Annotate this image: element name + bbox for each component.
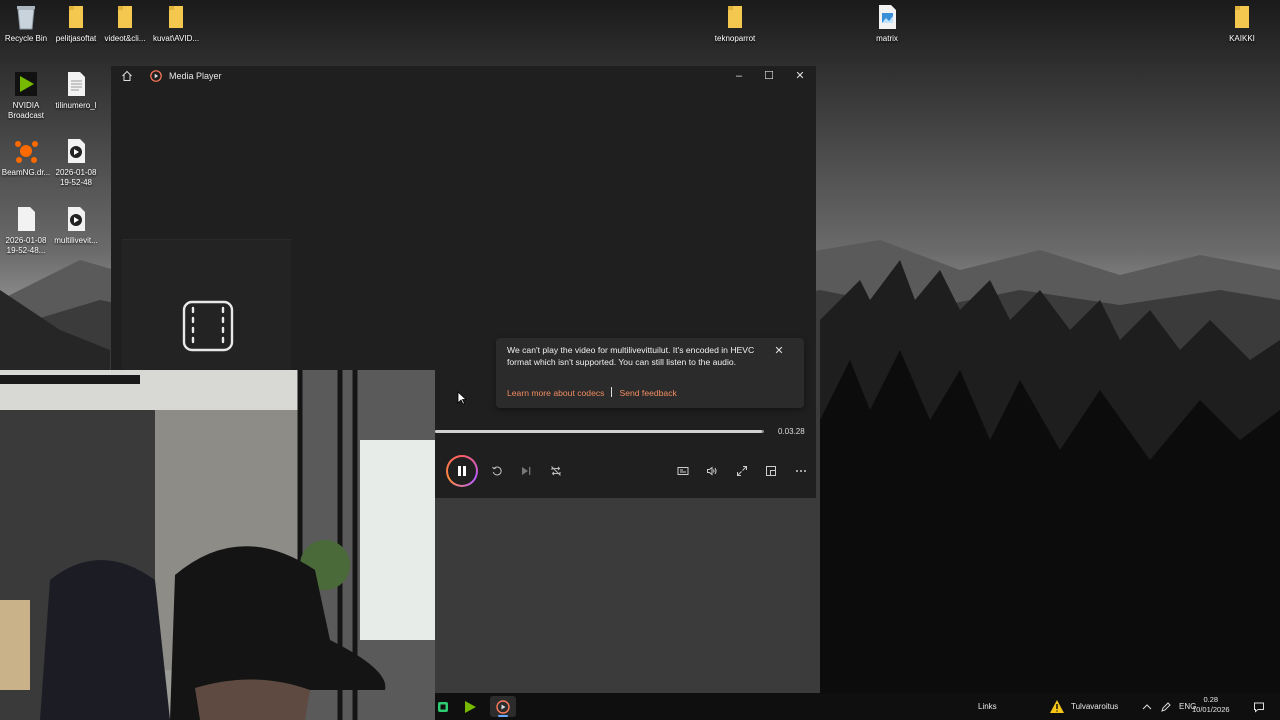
desktop-icon-label: kuvat\AVID... [152, 34, 200, 43]
minimize-button[interactable]: – [731, 69, 747, 83]
folder-icon [1235, 6, 1249, 28]
desktop-icon-label: Recycle Bin [4, 34, 48, 43]
toast-close-button[interactable]: ✕ [773, 345, 785, 357]
fullscreen-icon [737, 466, 747, 476]
mini-player-icon [766, 466, 776, 476]
desktop-icon-label: NVIDIA Broadcast [7, 101, 45, 120]
warning-icon [1050, 700, 1064, 713]
seek-bar[interactable] [435, 430, 764, 433]
desktop-icon-label: KAIKKI [1229, 34, 1255, 43]
desktop-icon-label: multilivevit... [54, 236, 98, 245]
desktop-icon-kaikki[interactable]: KAIKKI [1216, 3, 1268, 44]
folder-icon [69, 6, 83, 28]
mouse-cursor-icon [457, 391, 467, 405]
pen-icon[interactable] [1160, 701, 1172, 713]
nvidia-broadcast-icon [15, 72, 37, 96]
desktop-icon-tilinumero[interactable]: tilinumero_l [50, 70, 102, 111]
desktop-icon-teknoparrot[interactable]: teknoparrot [709, 3, 761, 44]
more-options-button[interactable] [792, 462, 810, 480]
desktop-icon-label: pelitjasoftat [55, 34, 97, 43]
desktop-icon-matrix[interactable]: matrix [861, 3, 913, 44]
send-feedback-link[interactable]: Send feedback [619, 388, 676, 398]
pause-button[interactable] [446, 455, 478, 487]
replay-10-button[interactable] [488, 462, 506, 480]
desktop-icon-label: videot&cli... [104, 34, 146, 43]
desktop-icon-beamng[interactable]: BeamNG.dr... [0, 137, 52, 178]
media-player-icon [150, 70, 162, 82]
taskbar-nvidia-broadcast[interactable] [457, 696, 483, 717]
folder-icon [118, 6, 132, 28]
time-display: 0.03.28 [778, 427, 805, 436]
app-icon [438, 701, 448, 712]
desktop-icon-text-2026-01-08[interactable]: 2026-01-08 19-52-48... [0, 205, 52, 255]
link-divider [611, 387, 613, 397]
desktop-icon-label: 2026-01-08 19-52-48 [55, 168, 97, 187]
volume-button[interactable] [703, 462, 721, 480]
desktop-icon-video-2026-01-08[interactable]: 2026-01-08 19-52-48 [50, 137, 102, 187]
desktop-icon-label: tilinumero_l [55, 101, 97, 110]
codec-error-toast: We can't play the video for multilivevit… [496, 338, 804, 408]
maximize-button[interactable]: ☐ [761, 69, 777, 83]
clock[interactable]: 0.28 10/01/2026 [1192, 695, 1230, 715]
desktop-icon-multilivevit[interactable]: multilivevit... [50, 205, 102, 246]
film-icon [182, 300, 234, 352]
desktop-icon-label: 2026-01-08 19-52-48... [5, 236, 47, 255]
clock-date: 10/01/2026 [1192, 705, 1230, 714]
next-button[interactable] [517, 462, 535, 480]
folder-icon [169, 6, 183, 28]
home-icon[interactable] [121, 70, 133, 82]
desktop-icon-kuvat[interactable]: kuvat\AVID... [150, 3, 202, 44]
captions-button[interactable] [674, 462, 692, 480]
volume-icon [707, 466, 717, 476]
captions-icon [677, 467, 689, 475]
notifications-icon[interactable] [1253, 701, 1265, 713]
toast-message: We can't play the video for multilivevit… [507, 345, 755, 368]
video-file-icon [68, 207, 85, 231]
desktop-icon-label: BeamNG.dr... [1, 168, 51, 177]
desktop-icon-videot[interactable]: videot&cli... [99, 3, 151, 44]
desktop-icon-pelitjasoftat[interactable]: pelitjasoftat [50, 3, 102, 44]
recycle-bin-icon [17, 6, 35, 30]
mini-player-button[interactable] [762, 462, 780, 480]
folder-icon [728, 6, 742, 28]
title-bar[interactable]: Media Player – ☐ ✕ [111, 66, 816, 86]
fullscreen-button[interactable] [733, 462, 751, 480]
toast-links: Learn more about codecs Send feedback [507, 387, 677, 398]
seek-bar-fill [435, 430, 763, 433]
desktop-icon-label: teknoparrot [714, 34, 756, 43]
clock-time: 0.28 [1203, 695, 1219, 704]
links-toolbar[interactable]: Links [978, 702, 997, 711]
replay-icon [492, 466, 502, 476]
desktop-icon-recycle-bin[interactable]: Recycle Bin [0, 3, 52, 44]
learn-more-codecs-link[interactable]: Learn more about codecs [507, 388, 604, 398]
webcam-overlay [0, 370, 435, 720]
taskbar-app-1[interactable] [430, 696, 456, 717]
pause-icon [458, 466, 466, 476]
text-file-icon [18, 207, 35, 231]
repeat-button[interactable] [547, 462, 565, 480]
chevron-up-icon[interactable] [1141, 701, 1153, 713]
close-button[interactable]: ✕ [792, 69, 808, 83]
media-player-icon [496, 699, 510, 714]
desktop-icon-nvidia-broadcast[interactable]: NVIDIA Broadcast [0, 70, 52, 120]
desktop-icon-label: matrix [876, 34, 898, 43]
repeat-off-icon [551, 466, 561, 476]
beamng-icon [15, 141, 38, 163]
taskbar: Links Tulvavaroitus ENG 0.28 10/01/2026 [435, 693, 1280, 720]
more-icon [796, 470, 806, 472]
text-file-icon [68, 72, 85, 96]
skip-next-icon [522, 467, 531, 475]
window-title: Media Player [169, 71, 222, 81]
video-file-icon [68, 139, 85, 163]
weather-alert[interactable]: Tulvavaroitus [1071, 702, 1118, 711]
image-file-icon [879, 5, 896, 29]
nvidia-broadcast-icon [465, 700, 476, 713]
taskbar-media-player[interactable] [490, 696, 516, 717]
